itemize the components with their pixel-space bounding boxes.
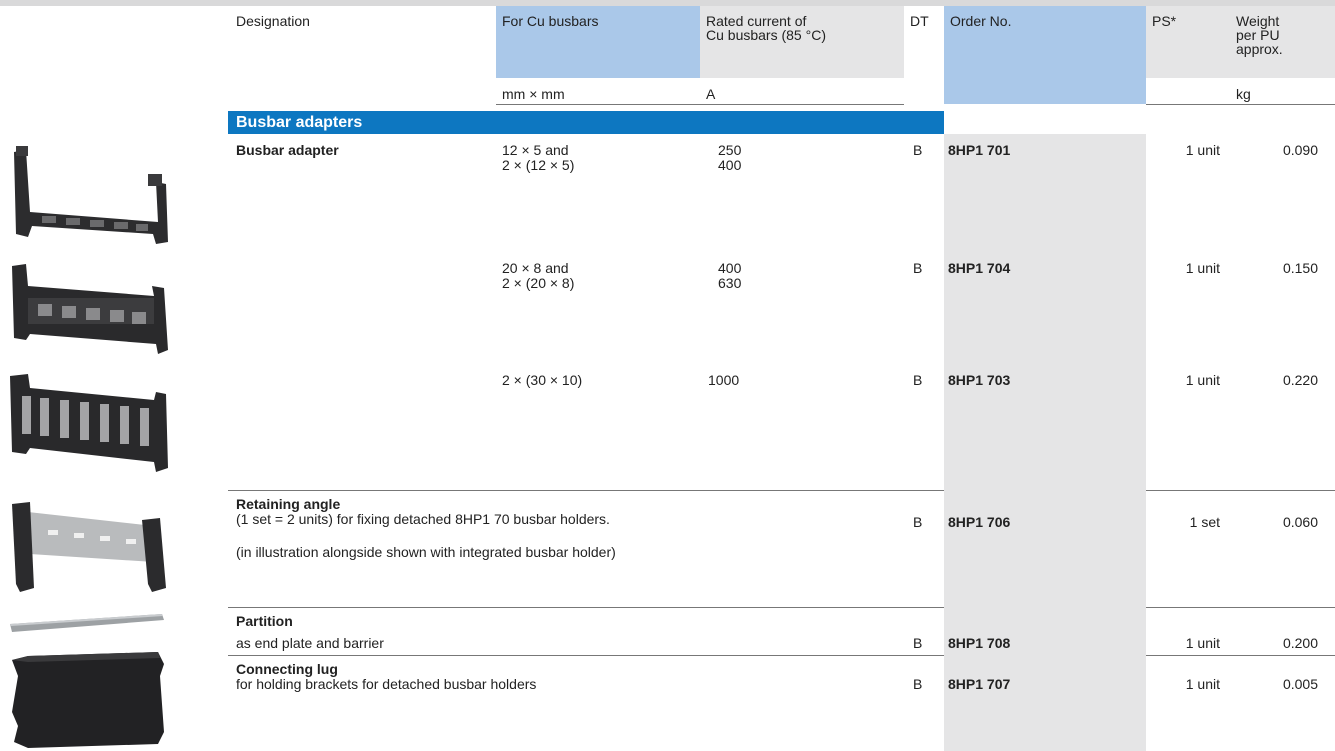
row2-cu-line2: 2 × (20 × 8) [502, 275, 575, 291]
row2-current: 400 630 [718, 261, 741, 291]
row1-order: 8HP1 701 [948, 142, 1011, 158]
row2-cu-line1: 20 × 8 and [502, 260, 569, 276]
partition-icon [8, 612, 168, 636]
header-dt: DT [910, 13, 929, 29]
connecting-lug-icon [8, 646, 168, 751]
row1-cu-line1: 12 × 5 and [502, 142, 569, 158]
row6-ps: 1 unit [1185, 676, 1220, 692]
row4-dt: B [913, 514, 923, 530]
row5-weight: 0.200 [1282, 635, 1318, 651]
row1-current-line1: 250 [718, 142, 742, 158]
row1-ps: 1 unit [1185, 142, 1220, 158]
row5-order: 8HP1 708 [948, 635, 1011, 651]
row3-cu: 2 × (30 × 10) [502, 372, 583, 388]
header-rule-left [496, 104, 904, 105]
header-weight-line3: approx. [1236, 41, 1283, 57]
row6-order: 8HP1 707 [948, 676, 1011, 692]
header-rated-current-line2: Cu busbars (85 °C) [706, 27, 826, 43]
row2-current-line1: 400 [718, 260, 742, 276]
row2-weight: 0.150 [1282, 260, 1318, 276]
row5-ps: 1 unit [1185, 635, 1220, 651]
rule-row4-right [1146, 490, 1335, 491]
row2-current-line2: 630 [718, 275, 742, 291]
row1-weight: 0.090 [1282, 142, 1318, 158]
row4-desc1: (1 set = 2 units) for fixing detached 8H… [236, 511, 610, 527]
header-rated-current: Rated current of Cu busbars (85 °C) [706, 14, 826, 42]
header-designation: Designation [236, 13, 310, 29]
row3-current: 1000 [708, 372, 740, 388]
row1-cu-line2: 2 × (12 × 5) [502, 157, 575, 173]
row2-dt: B [913, 260, 923, 276]
order-no-column-bg [944, 134, 1146, 751]
row6-designation: Connecting lug [236, 661, 338, 677]
row2-order: 8HP1 704 [948, 260, 1011, 276]
rule-row4 [228, 490, 944, 491]
row5-designation: Partition [236, 613, 293, 629]
row1-designation: Busbar adapter [236, 142, 339, 158]
busbar-adapter-small-icon [8, 142, 168, 247]
row4-designation: Retaining angle [236, 496, 341, 512]
unit-cu-busbars: mm × mm [502, 86, 565, 102]
header-rule-right [1146, 104, 1335, 105]
header-rated-current-line1: Rated current of [706, 13, 807, 29]
row4-weight: 0.060 [1282, 514, 1318, 530]
row5-dt: B [913, 635, 923, 651]
row4-order: 8HP1 706 [948, 514, 1011, 530]
busbar-adapter-medium-icon [8, 258, 168, 363]
rule-row6 [228, 655, 944, 656]
section-title: Busbar adapters [236, 114, 363, 131]
header-order-no: Order No. [950, 13, 1012, 29]
header-cu-busbars: For Cu busbars [502, 13, 599, 29]
rule-row5 [228, 607, 944, 608]
header-weight: Weight per PU approx. [1236, 14, 1283, 56]
row6-dt: B [913, 676, 923, 692]
row4-desc2: (in illustration alongside shown with in… [236, 544, 616, 560]
row4-ps: 1 set [1189, 514, 1220, 530]
row3-dt: B [913, 372, 923, 388]
busbar-adapter-large-icon [8, 370, 168, 475]
row6-desc1: for holding brackets for detached busbar… [236, 676, 537, 692]
retaining-angle-icon [8, 492, 168, 597]
unit-weight: kg [1236, 86, 1251, 102]
row3-order: 8HP1 703 [948, 372, 1011, 388]
row6-weight: 0.005 [1282, 676, 1318, 692]
header-ps: PS* [1152, 13, 1177, 29]
row1-cu: 12 × 5 and 2 × (12 × 5) [502, 143, 574, 173]
row3-ps: 1 unit [1185, 372, 1220, 388]
row1-dt: B [913, 142, 923, 158]
row2-ps: 1 unit [1185, 260, 1220, 276]
rule-row6-right [1146, 655, 1335, 656]
unit-rated-current: A [706, 86, 716, 102]
row1-current-line2: 400 [718, 157, 742, 173]
row3-weight: 0.220 [1282, 372, 1318, 388]
header-weight-line1: Weight [1236, 13, 1280, 29]
row1-current: 250 400 [718, 143, 741, 173]
row5-desc1: as end plate and barrier [236, 635, 384, 651]
rule-row5-right [1146, 607, 1335, 608]
row2-cu: 20 × 8 and 2 × (20 × 8) [502, 261, 574, 291]
header-weight-line2: per PU [1236, 27, 1280, 43]
